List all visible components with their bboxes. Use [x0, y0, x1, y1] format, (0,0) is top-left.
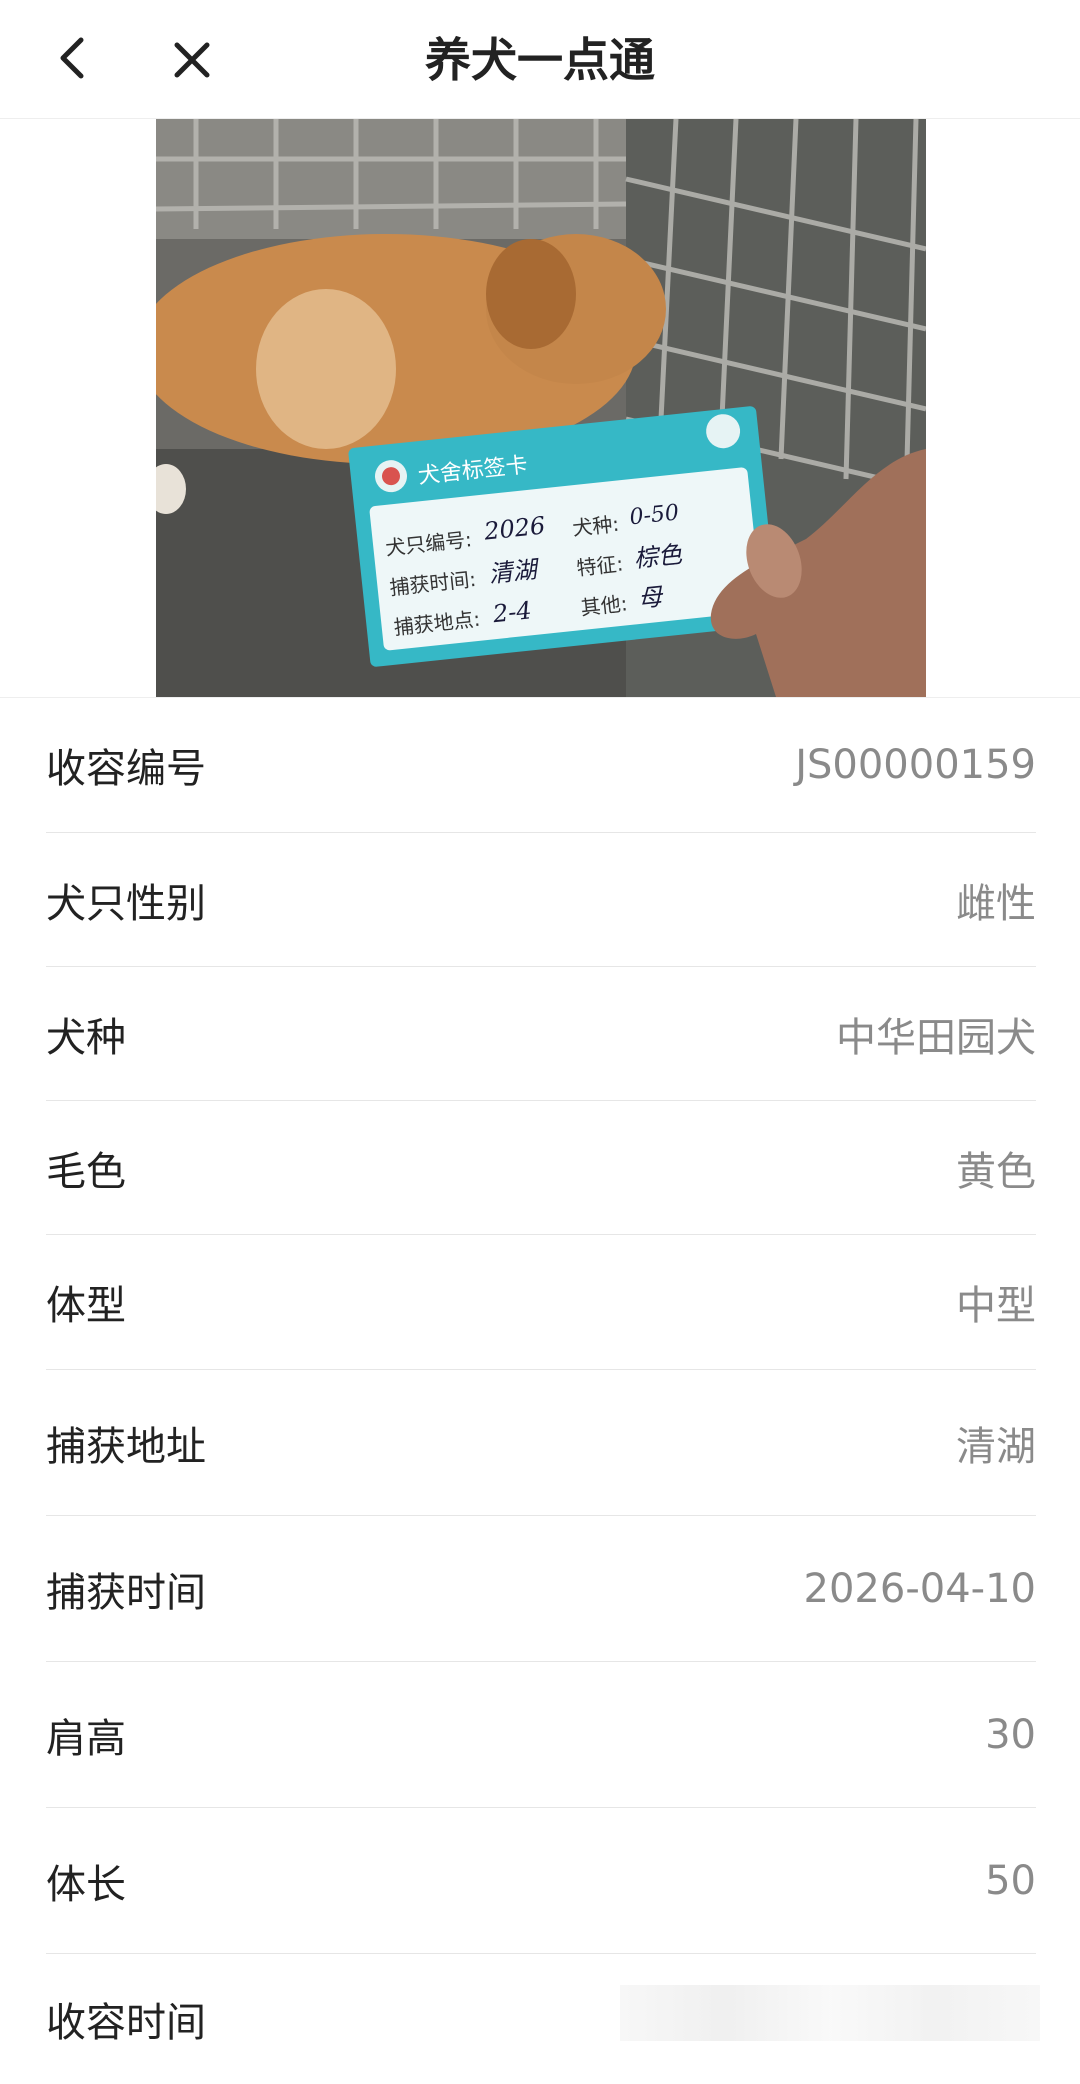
detail-row-capture-address: 捕获地址 清湖	[46, 1370, 1036, 1516]
header-bar: 养犬一点通	[0, 0, 1080, 119]
detail-label: 捕获时间	[46, 1569, 206, 1616]
detail-label: 毛色	[46, 1148, 126, 1195]
detail-label: 收容编号	[46, 746, 206, 792]
dog-photo-illustration: 犬舍标签卡 犬只编号: 2026 犬种: 0-50 捕获时间: 清湖 特征: 棕…	[156, 119, 926, 697]
dog-photo[interactable]: 犬舍标签卡 犬只编号: 2026 犬种: 0-50 捕获时间: 清湖 特征: 棕…	[156, 119, 926, 697]
page-title: 养犬一点通	[425, 33, 655, 87]
detail-value: 黄色	[956, 1148, 1036, 1195]
detail-row-body-length: 体长 50	[46, 1808, 1036, 1954]
detail-label: 捕获地址	[46, 1423, 206, 1470]
detail-row-capture-time: 捕获时间 2026-04-10	[46, 1516, 1036, 1662]
detail-label: 犬种	[46, 1014, 126, 1061]
tag-field-label: 其他:	[580, 591, 629, 620]
detail-row-shelter-id: 收容编号 JS00000159	[46, 698, 1036, 833]
tag-field-label: 特征:	[575, 551, 624, 580]
tag-field-value: 2-4	[491, 596, 533, 628]
tag-field-value: 棕色	[633, 540, 685, 573]
detail-value: 雌性	[956, 880, 1036, 927]
tag-field-value: 清湖	[487, 555, 542, 588]
photo-section: 犬舍标签卡 犬只编号: 2026 犬种: 0-50 捕获时间: 清湖 特征: 棕…	[0, 119, 1080, 698]
detail-row-coat-color: 毛色 黄色	[46, 1101, 1036, 1235]
detail-value: 中型	[956, 1283, 1036, 1329]
detail-label: 犬只性别	[46, 880, 206, 927]
tag-field-label: 犬种:	[571, 512, 620, 541]
detail-value: 50	[985, 1857, 1036, 1904]
detail-value: 中华田园犬	[836, 1014, 1036, 1061]
detail-label: 收容时间	[46, 2000, 206, 2046]
detail-row-gender: 犬只性别 雌性	[46, 833, 1036, 967]
dog-detail-list: 收容编号 JS00000159 犬只性别 雌性 犬种 中华田园犬 毛色 黄色 体…	[46, 698, 1036, 2084]
detail-value: 2026-04-10	[803, 1565, 1036, 1612]
blurred-value-mask	[620, 1985, 1040, 2041]
detail-value: 30	[985, 1711, 1036, 1758]
detail-label: 体长	[46, 1861, 126, 1908]
tag-field-value: 0-50	[628, 500, 680, 530]
detail-label: 肩高	[46, 1715, 126, 1762]
detail-row-size: 体型 中型	[46, 1235, 1036, 1370]
detail-value: JS00000159	[795, 742, 1036, 788]
detail-row-shoulder-height: 肩高 30	[46, 1662, 1036, 1808]
detail-value: 清湖	[956, 1423, 1036, 1470]
detail-label: 体型	[46, 1283, 126, 1329]
detail-row-breed: 犬种 中华田园犬	[46, 967, 1036, 1101]
